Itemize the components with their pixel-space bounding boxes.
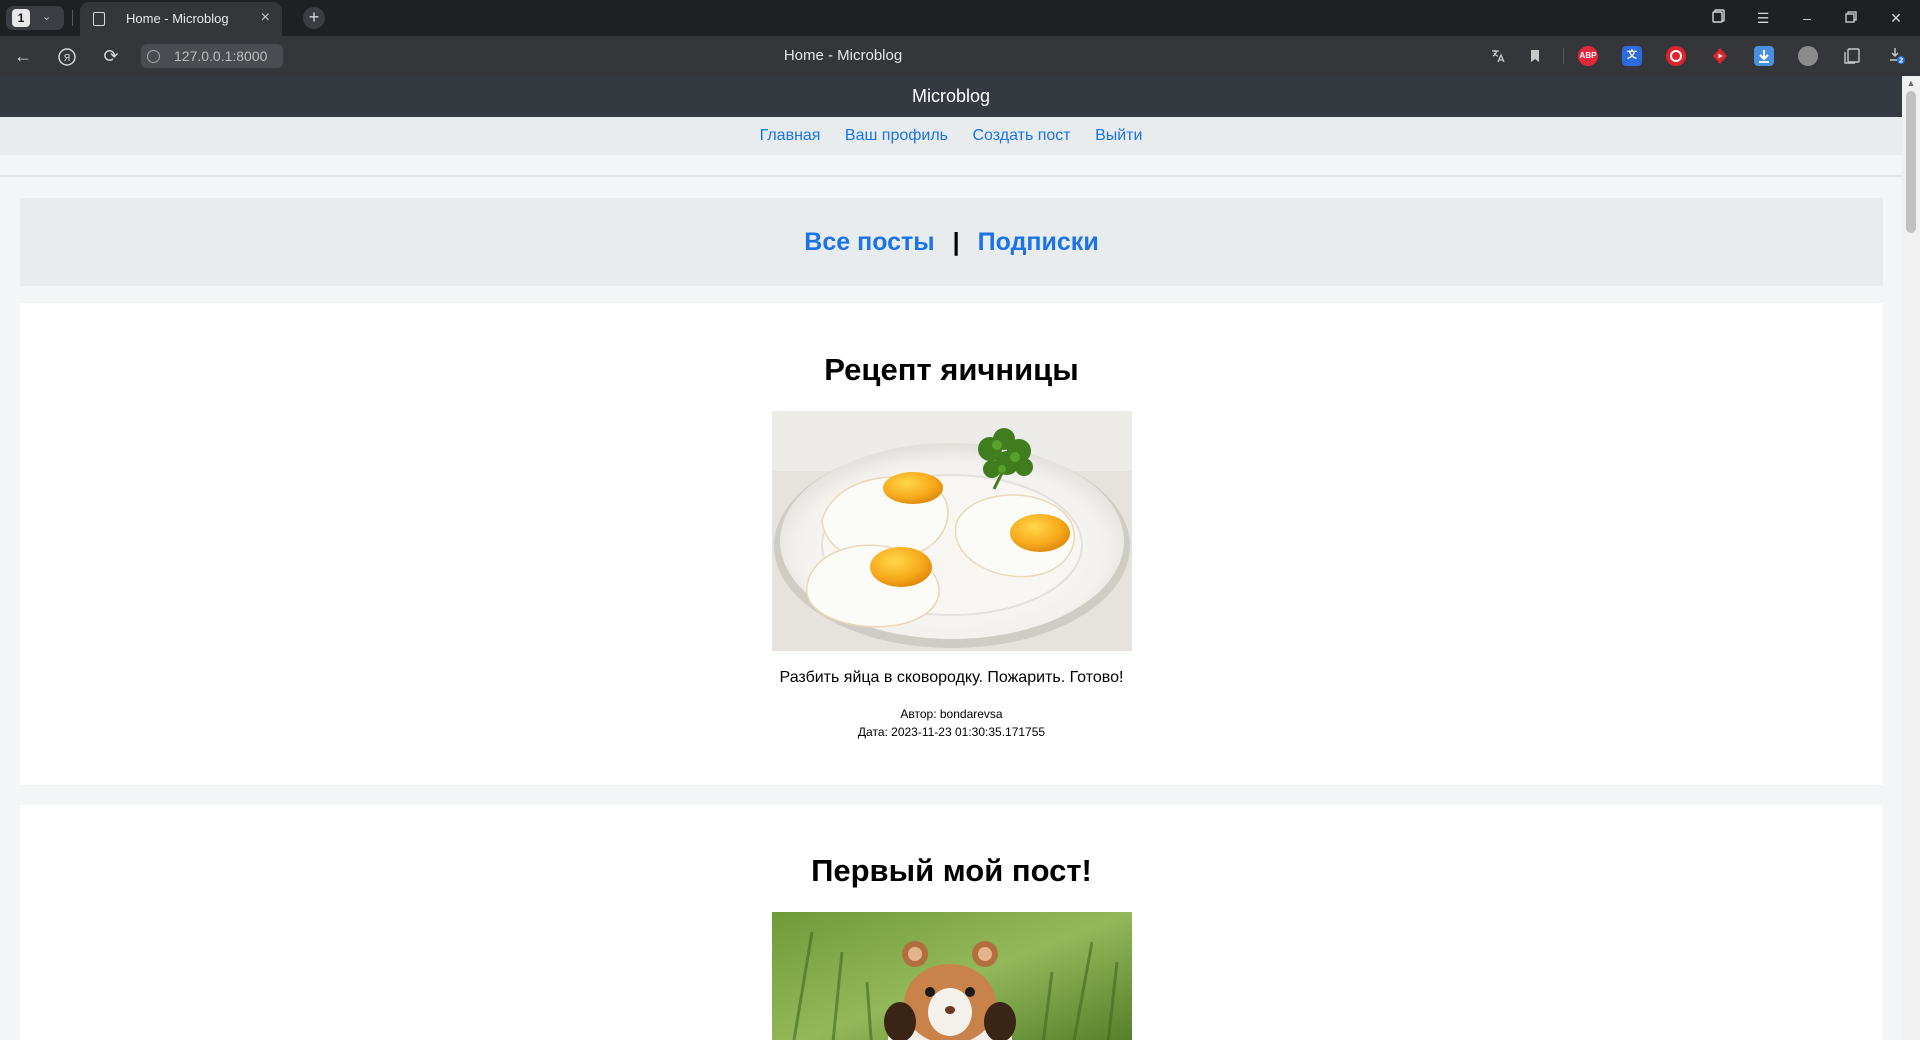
red-circle-extension-icon[interactable]	[1666, 46, 1686, 66]
browser-tab-bar: 1 ⌄ Home - Microblog × + ☰ – ✕	[0, 0, 1920, 36]
tab-counter-button[interactable]: 1 ⌄	[6, 6, 64, 30]
minimize-icon[interactable]: –	[1795, 8, 1819, 28]
close-window-icon[interactable]: ✕	[1884, 8, 1908, 28]
downloads-icon[interactable]: 2	[1886, 46, 1906, 66]
nav-link-create-post[interactable]: Создать пост	[972, 127, 1070, 144]
close-tab-icon[interactable]: ×	[261, 8, 270, 28]
downloads-count: 2	[1899, 57, 1904, 65]
nav-link-profile[interactable]: Ваш профиль	[845, 127, 948, 144]
page-scrollbar[interactable]: ▲	[1902, 76, 1920, 1040]
menu-icon[interactable]: ☰	[1751, 8, 1775, 28]
post-card: Первый мой пост!	[20, 805, 1883, 1040]
window-page-title: Home - Microblog	[783, 47, 903, 64]
post-card: Рецепт яичницы Разбить яйца в сковородку…	[20, 303, 1883, 785]
all-posts-link[interactable]: Все посты	[804, 228, 934, 256]
tab-count: 1	[12, 9, 30, 27]
post-date: Дата: 2023-11-23 01:30:35.171755	[857, 725, 1046, 739]
post-image-fried-eggs	[772, 411, 1132, 651]
browser-tab-active[interactable]: Home - Microblog ×	[80, 2, 282, 36]
tab-title: Home - Microblog	[126, 11, 229, 26]
collections-icon[interactable]	[1842, 46, 1862, 66]
scroll-up-icon[interactable]: ▲	[1902, 78, 1920, 88]
restore-icon[interactable]	[1839, 8, 1863, 28]
post-image-hamster	[772, 912, 1132, 1040]
chevron-down-icon: ⌄	[42, 11, 52, 23]
subscriptions-link[interactable]: Подписки	[978, 228, 1099, 256]
download-helper-icon[interactable]	[1754, 46, 1774, 66]
nav-link-home[interactable]: Главная	[760, 127, 821, 144]
post-title: Рецепт яичницы	[824, 352, 1079, 387]
feed-separator: |	[952, 228, 960, 256]
translate-icon[interactable]	[1488, 46, 1508, 66]
divider	[1563, 48, 1564, 64]
post-text: Разбить яйца в сковородку. Пожарить. Гот…	[779, 669, 1124, 686]
nav-spacer	[0, 155, 1902, 177]
bookmarks-panel-icon[interactable]	[1707, 8, 1731, 28]
post-title: Первый мой пост!	[811, 853, 1092, 888]
feed-switch: Все посты | Подписки	[20, 198, 1883, 286]
site-brand: Microblog	[0, 76, 1902, 117]
grey-extension-icon[interactable]	[1798, 46, 1818, 66]
bookmark-icon[interactable]	[1525, 46, 1545, 66]
new-tab-button[interactable]: +	[303, 7, 325, 29]
translator-extension-icon[interactable]: 文	[1622, 46, 1642, 66]
main-content: Все посты | Подписки Рецепт яичницы Разб…	[0, 177, 1902, 1040]
scrollbar-thumb[interactable]	[1906, 91, 1916, 233]
nav-link-logout[interactable]: Выйти	[1095, 127, 1142, 144]
page-viewport: Microblog Главная Ваш профиль Создать по…	[0, 76, 1920, 1040]
browser-address-bar: ← Я ⟳ 127.0.0.1:8000 Home - Microblog AB…	[0, 36, 1920, 76]
post-author: Автор: bondarevsa	[900, 707, 1003, 721]
page-icon	[93, 12, 105, 26]
site-nav: Главная Ваш профиль Создать пост Выйти	[0, 117, 1902, 155]
divider	[72, 10, 73, 26]
adblock-plus-icon[interactable]: ABP	[1578, 46, 1598, 66]
youtube-extension-icon[interactable]	[1710, 46, 1730, 66]
